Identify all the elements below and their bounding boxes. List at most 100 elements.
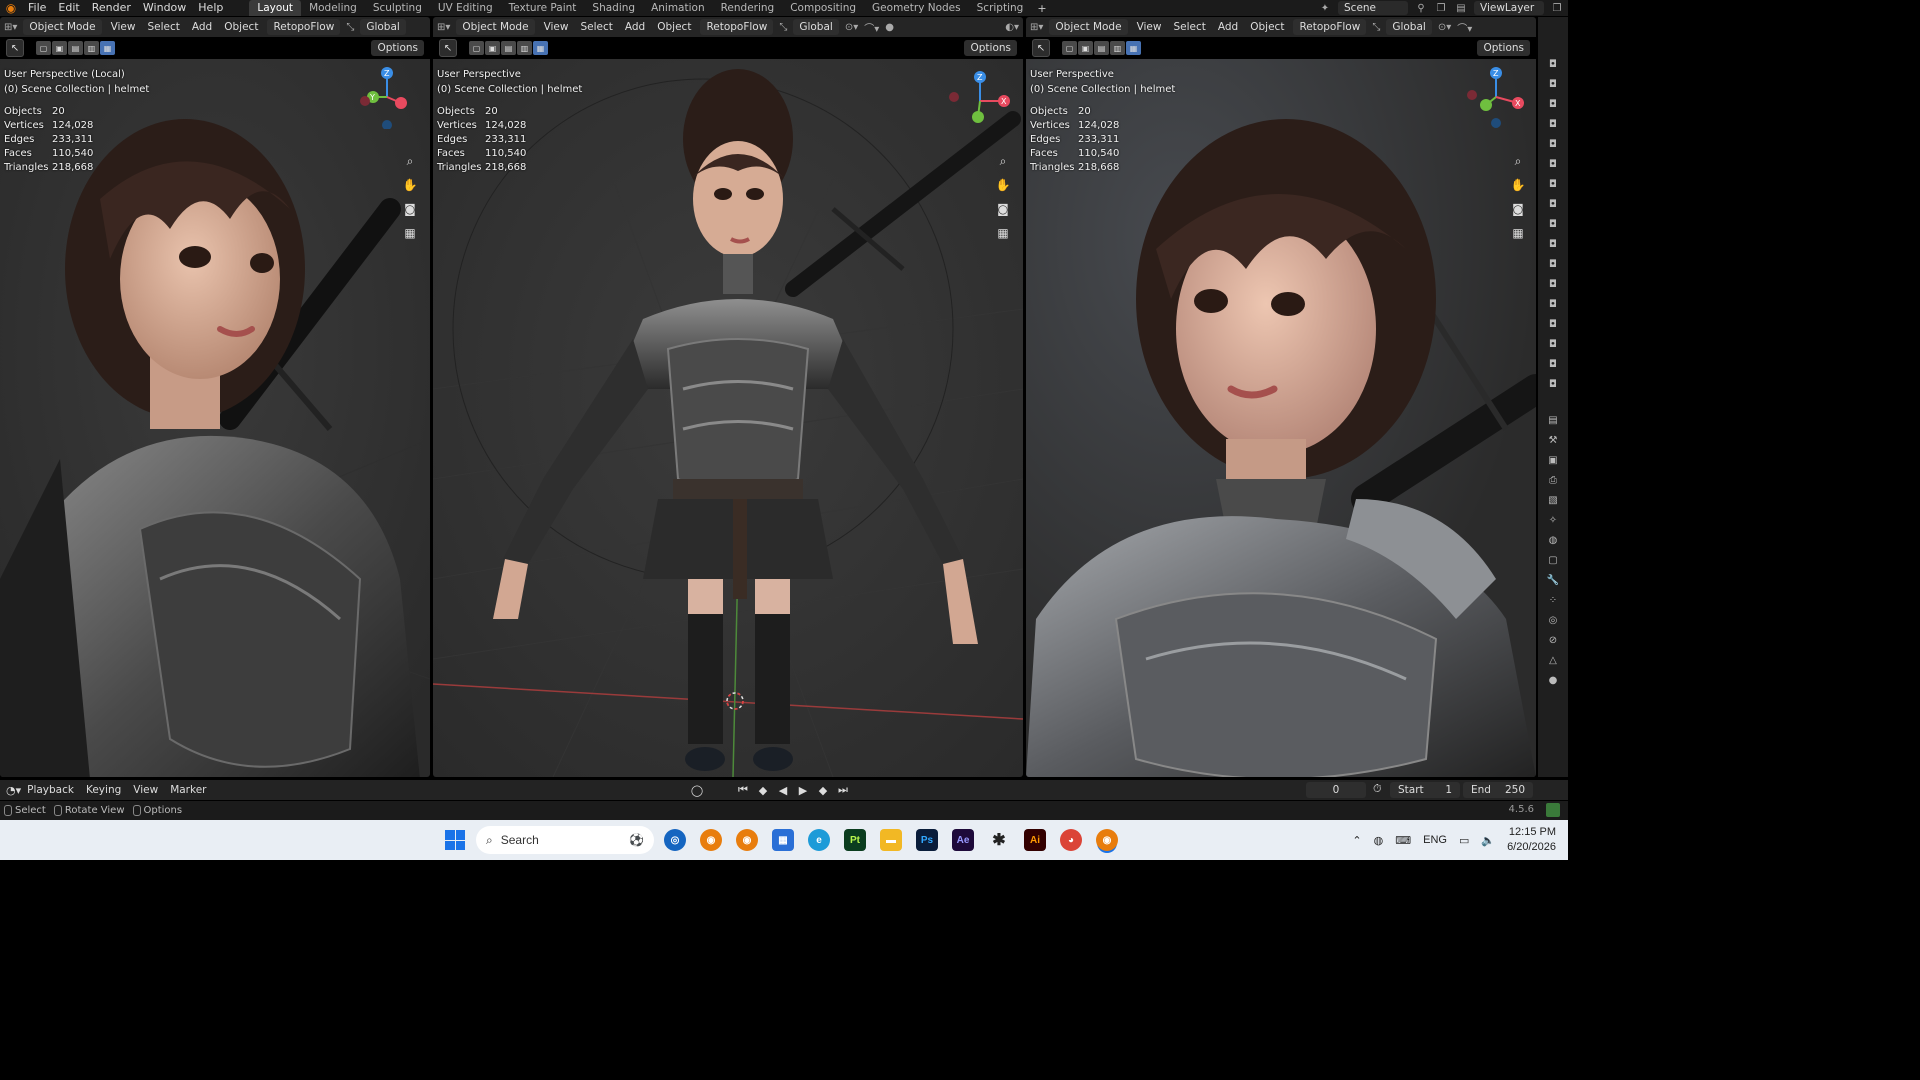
pivot-point-icon[interactable]: ⊙▾ [845,22,858,33]
gizmo-y-axis[interactable] [1480,99,1492,111]
select-intersect-icon[interactable]: ▦ [1126,41,1141,55]
jump-start-icon[interactable]: ⏮ [736,783,750,797]
select-invert-icon[interactable]: ▥ [517,41,532,55]
language-indicator[interactable]: ENG [1423,834,1447,846]
editor-type-icon[interactable]: ▤ [1545,413,1561,427]
gizmo-neg-x[interactable] [949,92,959,102]
select-tool-icon[interactable]: ↖ [439,39,457,57]
options-dropdown[interactable]: Options [964,40,1017,56]
app-icon-photoshop[interactable]: Ps [916,829,938,851]
select-menu[interactable]: Select [1170,21,1208,33]
object-menu[interactable]: Object [654,21,694,33]
visibility-icon[interactable]: ◐▾ [1005,22,1019,33]
tab-uv-editing[interactable]: UV Editing [430,0,501,16]
add-menu[interactable]: Add [189,21,215,33]
play-reverse-icon[interactable]: ◀ [776,784,790,797]
clock-icon[interactable]: ◔▾ [6,784,21,797]
camera-icon[interactable]: ◘ [1545,97,1561,111]
physics-icon[interactable]: ◎ [1545,613,1561,627]
transform-orientation-icon[interactable]: ⤡ [779,22,787,33]
editor-type-icon[interactable]: ⊞▾ [437,22,450,33]
select-menu[interactable]: Select [577,21,615,33]
material-properties-icon[interactable]: ● [1545,673,1561,687]
menu-render[interactable]: Render [86,0,137,16]
select-tool-icon[interactable]: ↖ [6,39,24,57]
camera-icon[interactable]: ◘ [1545,57,1561,71]
scene-field[interactable]: Scene [1338,1,1408,15]
select-intersect-icon[interactable]: ▦ [100,41,115,55]
proportional-edit-icon[interactable]: ● [885,22,894,33]
render-properties-icon[interactable]: ▣ [1545,453,1561,467]
select-subtract-icon[interactable]: ▤ [501,41,516,55]
select-invert-icon[interactable]: ▥ [1110,41,1125,55]
tab-texture-paint[interactable]: Texture Paint [501,0,585,16]
camera-view-icon[interactable]: ◙ [400,200,420,218]
tray-overflow-icon[interactable]: ⌃ [1352,834,1361,847]
tab-shading[interactable]: Shading [584,0,643,16]
view-layer-field[interactable]: ViewLayer [1474,1,1544,15]
particles-icon[interactable]: ⁘ [1545,593,1561,607]
mode-dropdown[interactable]: Object Mode [456,19,535,35]
viewport-center[interactable]: ⊞▾ Object Mode View Select Add Object Re… [433,17,1023,777]
snap-icon[interactable]: ⌒▾ [864,20,879,35]
select-extend-icon[interactable]: ▣ [52,41,67,55]
auto-keying-icon[interactable]: ◯ [690,784,704,797]
ortho-grid-icon[interactable]: ▦ [1508,224,1528,242]
playback-menu[interactable]: Playback [21,784,80,796]
tool-settings-icon[interactable]: ⚒ [1545,433,1561,447]
navigation-gizmo[interactable]: Z X [1464,65,1528,129]
object-menu[interactable]: Object [1247,21,1287,33]
data-properties-icon[interactable]: △ [1545,653,1561,667]
add-menu[interactable]: Add [622,21,648,33]
zoom-icon[interactable]: ⌕ [993,152,1013,170]
output-properties-icon[interactable]: ⎙ [1545,473,1561,487]
camera-icon[interactable]: ◘ [1545,177,1561,191]
menu-edit[interactable]: Edit [52,0,85,16]
tab-scripting[interactable]: Scripting [969,0,1032,16]
camera-view-icon[interactable]: ◙ [1508,200,1528,218]
view-layer-icon[interactable]: ▤ [1454,1,1468,15]
start-frame-field[interactable]: Start 1 [1390,782,1460,798]
pivot-point-icon[interactable]: ⊙▾ [1438,22,1451,33]
app-icon-chrome[interactable]: ◕ [1060,829,1082,851]
app-icon-zbrush[interactable]: ✱ [988,829,1010,851]
ortho-grid-icon[interactable]: ▦ [400,224,420,242]
object-menu[interactable]: Object [221,21,261,33]
camera-icon[interactable]: ◘ [1545,337,1561,351]
constraints-icon[interactable]: ⊘ [1545,633,1561,647]
select-new-icon[interactable]: ▢ [36,41,51,55]
select-extend-icon[interactable]: ▣ [485,41,500,55]
view-menu[interactable]: View [541,21,572,33]
scene-properties-icon[interactable]: ✧ [1545,513,1561,527]
retopoflow-dropdown[interactable]: RetopoFlow [267,19,341,35]
app-icon-blender-1[interactable]: ◉ [700,829,722,851]
camera-icon[interactable]: ◘ [1545,237,1561,251]
orientation-dropdown[interactable]: Global [360,19,406,35]
app-icon-illustrator[interactable]: Ai [1024,829,1046,851]
camera-icon[interactable]: ◘ [1545,217,1561,231]
camera-icon[interactable]: ◘ [1545,157,1561,171]
mode-dropdown[interactable]: Object Mode [23,19,102,35]
tab-sculpting[interactable]: Sculpting [365,0,430,16]
current-frame-field[interactable]: 0 [1306,782,1366,798]
select-extend-icon[interactable]: ▣ [1078,41,1093,55]
world-properties-icon[interactable]: ◍ [1545,533,1561,547]
blender-status-icon[interactable] [1546,803,1560,817]
select-new-icon[interactable]: ▢ [469,41,484,55]
scene-icon[interactable]: ✦ [1318,1,1332,15]
tab-modeling[interactable]: Modeling [301,0,365,16]
taskbar-search[interactable]: ⌕ Search ⚽ [476,826,654,854]
menu-file[interactable]: File [22,0,52,16]
app-icon-assistant[interactable]: ◎ [664,829,686,851]
gizmo-neg-x[interactable] [1467,90,1477,100]
orientation-dropdown[interactable]: Global [1386,19,1432,35]
camera-icon[interactable]: ◘ [1545,277,1561,291]
retopoflow-dropdown[interactable]: RetopoFlow [1293,19,1367,35]
camera-icon[interactable]: ◘ [1545,117,1561,131]
blender-logo-icon[interactable]: ◉ [0,0,22,16]
camera-icon[interactable]: ◘ [1545,377,1561,391]
network-icon[interactable]: ▭ [1459,834,1469,847]
navigation-gizmo[interactable]: Z Y [355,65,419,129]
windows-start-icon[interactable] [445,830,465,850]
tab-animation[interactable]: Animation [643,0,713,16]
